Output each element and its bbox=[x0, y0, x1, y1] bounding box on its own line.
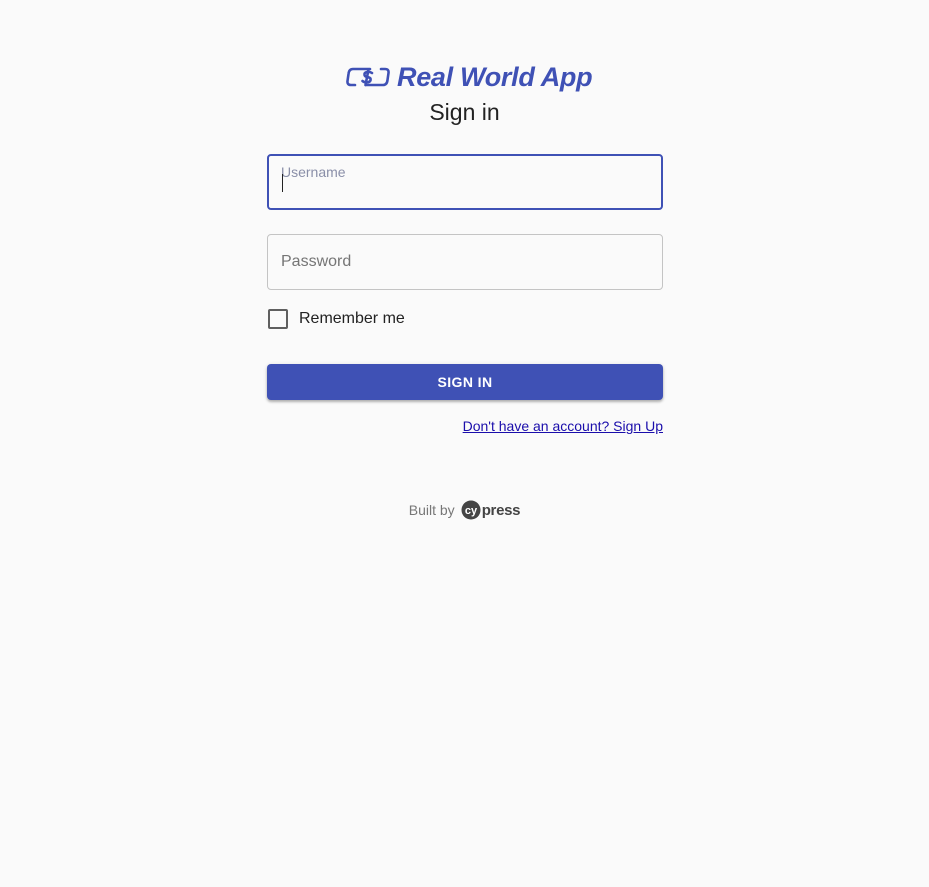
cypress-mark-text: cy bbox=[465, 505, 478, 517]
password-field[interactable] bbox=[267, 234, 663, 290]
cypress-mark-icon: cy bbox=[461, 500, 481, 520]
page-title: Sign in bbox=[429, 99, 500, 125]
remember-me-checkbox[interactable] bbox=[268, 309, 288, 329]
sign-up-link[interactable]: Don't have an account? Sign Up bbox=[463, 418, 663, 434]
footer: Built by cy press bbox=[0, 500, 929, 520]
remember-me-label: Remember me bbox=[299, 310, 405, 327]
remember-me-option[interactable]: Remember me bbox=[267, 308, 405, 330]
app-name: Real World App bbox=[397, 61, 593, 92]
username-field[interactable]: Username bbox=[267, 154, 663, 210]
built-by-label: Built by bbox=[408, 502, 455, 518]
sign-in-page: Real World App Sign in Username Remember… bbox=[0, 0, 929, 887]
dollar-exchange-icon bbox=[346, 64, 390, 90]
app-logo: Real World App bbox=[346, 60, 593, 94]
username-input[interactable] bbox=[269, 156, 661, 208]
cypress-logo[interactable]: cy press bbox=[461, 500, 521, 520]
sign-in-button[interactable]: SIGN IN bbox=[267, 364, 663, 400]
password-input[interactable] bbox=[268, 235, 662, 289]
cypress-wordmark: press bbox=[481, 501, 521, 519]
